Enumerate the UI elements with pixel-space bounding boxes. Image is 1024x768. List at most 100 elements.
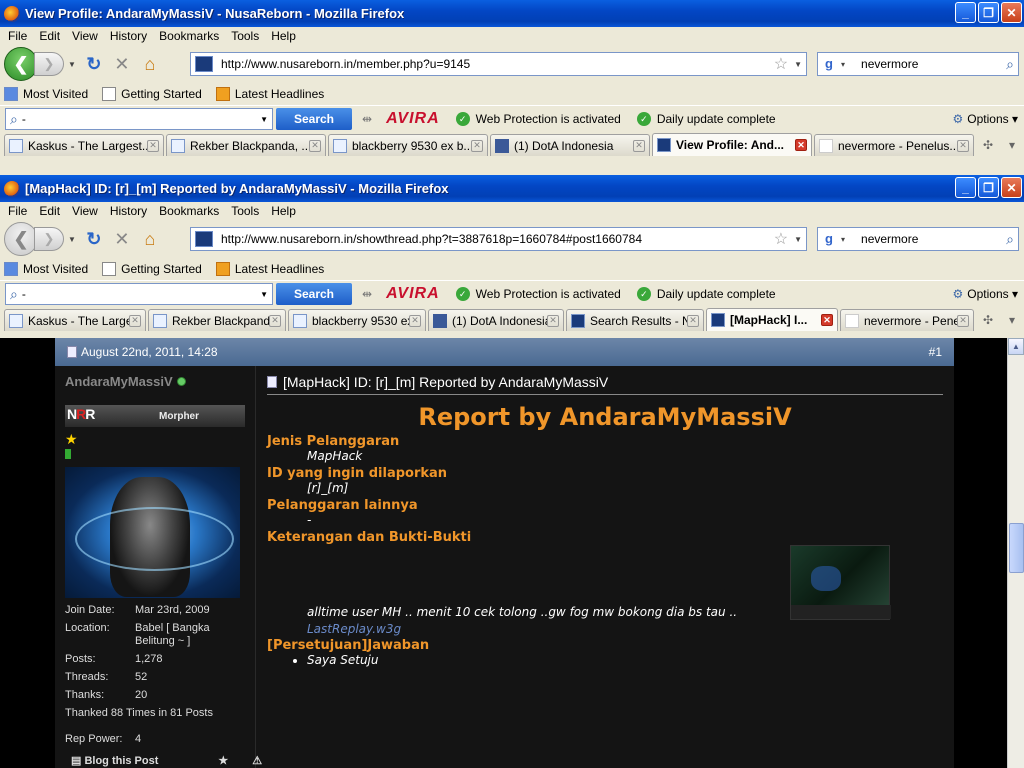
- tab-view-profile[interactable]: View Profile: And... ✕: [652, 133, 812, 156]
- scroll-up-icon[interactable]: ▲: [1008, 338, 1024, 355]
- tab-close-icon[interactable]: ✕: [309, 139, 321, 152]
- avira-dropdown-icon[interactable]: ▼: [260, 115, 268, 124]
- forward-button[interactable]: ❯: [34, 52, 64, 76]
- avira-search-input[interactable]: ⌕ - ▼: [5, 108, 273, 130]
- close-window-button[interactable]: ✕: [1001, 2, 1022, 23]
- tab-scroll-icon[interactable]: ✣: [976, 134, 1000, 156]
- bookmark-most-visited[interactable]: Most Visited: [4, 87, 88, 101]
- reload-icon[interactable]: ↻: [80, 54, 108, 75]
- all-tabs-icon[interactable]: ▾: [1000, 309, 1024, 331]
- menu-help[interactable]: Help: [265, 29, 302, 43]
- history-dropdown-icon[interactable]: ▼: [68, 60, 76, 69]
- minimize-button[interactable]: _: [955, 2, 976, 23]
- tab-close-icon[interactable]: ✕: [795, 139, 807, 151]
- tab-scroll-icon[interactable]: ✣: [976, 309, 1000, 331]
- home-icon[interactable]: ⌂: [136, 54, 164, 75]
- tab-close-icon[interactable]: ✕: [269, 314, 281, 327]
- avatar[interactable]: [65, 467, 240, 598]
- menu-file[interactable]: File: [2, 29, 33, 43]
- scrollbar-thumb[interactable]: [1009, 523, 1024, 573]
- maximize-button[interactable]: ❐: [978, 2, 999, 23]
- bookmark-most-visited[interactable]: Most Visited: [4, 262, 88, 276]
- url-bar[interactable]: http://www.nusareborn.in/member.php?u=91…: [190, 52, 807, 76]
- tab-close-icon[interactable]: ✕: [957, 139, 969, 152]
- back-title-bar[interactable]: View Profile: AndaraMyMassiV - NusaRebor…: [0, 0, 1024, 27]
- tab-dota-indonesia[interactable]: (1) DotA Indonesia ✕: [490, 134, 650, 156]
- tab-close-icon[interactable]: ✕: [129, 314, 141, 327]
- web-protection-status[interactable]: ✓ Web Protection is activated: [455, 112, 621, 126]
- toolbar-grip-icon[interactable]: ⇹: [362, 112, 372, 126]
- google-icon[interactable]: g: [821, 231, 837, 247]
- tab-close-icon[interactable]: ✕: [687, 314, 699, 327]
- tab-close-icon[interactable]: ✕: [957, 314, 969, 327]
- web-protection-status[interactable]: ✓ Web Protection is activated: [455, 287, 621, 301]
- maximize-button[interactable]: ❐: [978, 177, 999, 198]
- menu-view[interactable]: View: [66, 29, 104, 43]
- menu-view[interactable]: View: [66, 204, 104, 218]
- menu-help[interactable]: Help: [265, 204, 302, 218]
- bookmark-star-icon[interactable]: ☆: [774, 54, 788, 74]
- back-button[interactable]: ❮: [4, 47, 38, 81]
- menu-edit[interactable]: Edit: [33, 29, 66, 43]
- tab-blackberry[interactable]: blackberry 9530 ex b... ✕: [328, 134, 488, 156]
- menu-tools[interactable]: Tools: [225, 204, 265, 218]
- search-input[interactable]: nevermore: [849, 232, 1006, 246]
- menu-bookmarks[interactable]: Bookmarks: [153, 29, 225, 43]
- stop-icon[interactable]: ✕: [108, 229, 136, 250]
- url-dropdown-icon[interactable]: ▼: [794, 235, 802, 244]
- post-number-link[interactable]: #1: [929, 345, 942, 359]
- menu-edit[interactable]: Edit: [33, 204, 66, 218]
- tab-kaskus[interactable]: Kaskus - The Largest... ✕: [4, 134, 164, 156]
- search-input[interactable]: nevermore: [849, 57, 1006, 71]
- vertical-scrollbar[interactable]: ▲: [1007, 338, 1024, 768]
- menu-tools[interactable]: Tools: [225, 29, 265, 43]
- username-link[interactable]: AndaraMyMassiV: [65, 374, 245, 389]
- search-engine-dropdown-icon[interactable]: ▾: [841, 60, 845, 69]
- bookmark-getting-started[interactable]: Getting Started: [102, 87, 202, 101]
- replay-link[interactable]: LastReplay.w3g: [307, 622, 401, 636]
- magnifier-icon[interactable]: ⌕: [1006, 231, 1014, 248]
- tab-rekber[interactable]: Rekber Blackpanda, ... ✕: [166, 134, 326, 156]
- stop-icon[interactable]: ✕: [108, 54, 136, 75]
- menu-file[interactable]: File: [2, 204, 33, 218]
- daily-update-status[interactable]: ✓ Daily update complete: [636, 287, 776, 301]
- tab-kaskus[interactable]: Kaskus - The Larges...✕: [4, 309, 146, 331]
- url-text[interactable]: http://www.nusareborn.in/showthread.php?…: [221, 232, 774, 246]
- front-title-bar[interactable]: [MapHack] ID: [r]_[m] Reported by Andara…: [0, 175, 1024, 202]
- url-text[interactable]: http://www.nusareborn.in/member.php?u=91…: [221, 57, 774, 71]
- google-icon[interactable]: g: [821, 56, 837, 72]
- blog-post-button[interactable]: ▤ Blog this Post: [71, 754, 158, 767]
- bookmark-latest-headlines[interactable]: Latest Headlines: [215, 87, 324, 101]
- tab-dota-indonesia[interactable]: (1) DotA Indonesia ✕: [428, 309, 564, 331]
- back-button[interactable]: ❮: [4, 222, 38, 256]
- tab-close-icon[interactable]: ✕: [147, 139, 159, 152]
- tab-search-results[interactable]: Search Results - Nu...✕: [566, 309, 704, 331]
- menu-bookmarks[interactable]: Bookmarks: [153, 204, 225, 218]
- avira-search-button[interactable]: Search: [276, 108, 352, 130]
- tab-close-icon[interactable]: ✕: [821, 314, 833, 326]
- daily-update-status[interactable]: ✓ Daily update complete: [636, 112, 776, 126]
- menu-history[interactable]: History: [104, 204, 153, 218]
- screenshot-thumbnail[interactable]: [790, 545, 891, 620]
- tab-close-icon[interactable]: ✕: [471, 139, 483, 152]
- avira-options-button[interactable]: ⚙ Options ▾: [953, 112, 1018, 126]
- tab-close-icon[interactable]: ✕: [547, 314, 559, 327]
- url-bar[interactable]: http://www.nusareborn.in/showthread.php?…: [190, 227, 807, 251]
- report-warning-icon[interactable]: ⚠: [252, 754, 262, 767]
- bookmark-getting-started[interactable]: Getting Started: [102, 262, 202, 276]
- all-tabs-icon[interactable]: ▾: [1000, 134, 1024, 156]
- search-engine-dropdown-icon[interactable]: ▾: [841, 235, 845, 244]
- search-box[interactable]: g ▾ nevermore ⌕: [817, 52, 1019, 76]
- forward-button[interactable]: ❯: [34, 227, 64, 251]
- tab-nevermore[interactable]: nevermore - Penelus... ✕: [814, 134, 974, 156]
- toolbar-grip-icon[interactable]: ⇹: [362, 287, 372, 301]
- tab-blackberry[interactable]: blackberry 9530 ex ...✕: [288, 309, 426, 331]
- home-icon[interactable]: ⌂: [136, 229, 164, 250]
- bookmark-latest-headlines[interactable]: Latest Headlines: [215, 262, 324, 276]
- avira-options-button[interactable]: ⚙ Options ▾: [953, 287, 1018, 301]
- tab-maphack[interactable]: [MapHack] I... ✕: [706, 308, 838, 331]
- tab-rekber[interactable]: Rekber Blackpanda,...✕: [148, 309, 286, 331]
- avira-search-button[interactable]: Search: [276, 283, 352, 305]
- reload-icon[interactable]: ↻: [80, 229, 108, 250]
- tab-close-icon[interactable]: ✕: [409, 314, 421, 327]
